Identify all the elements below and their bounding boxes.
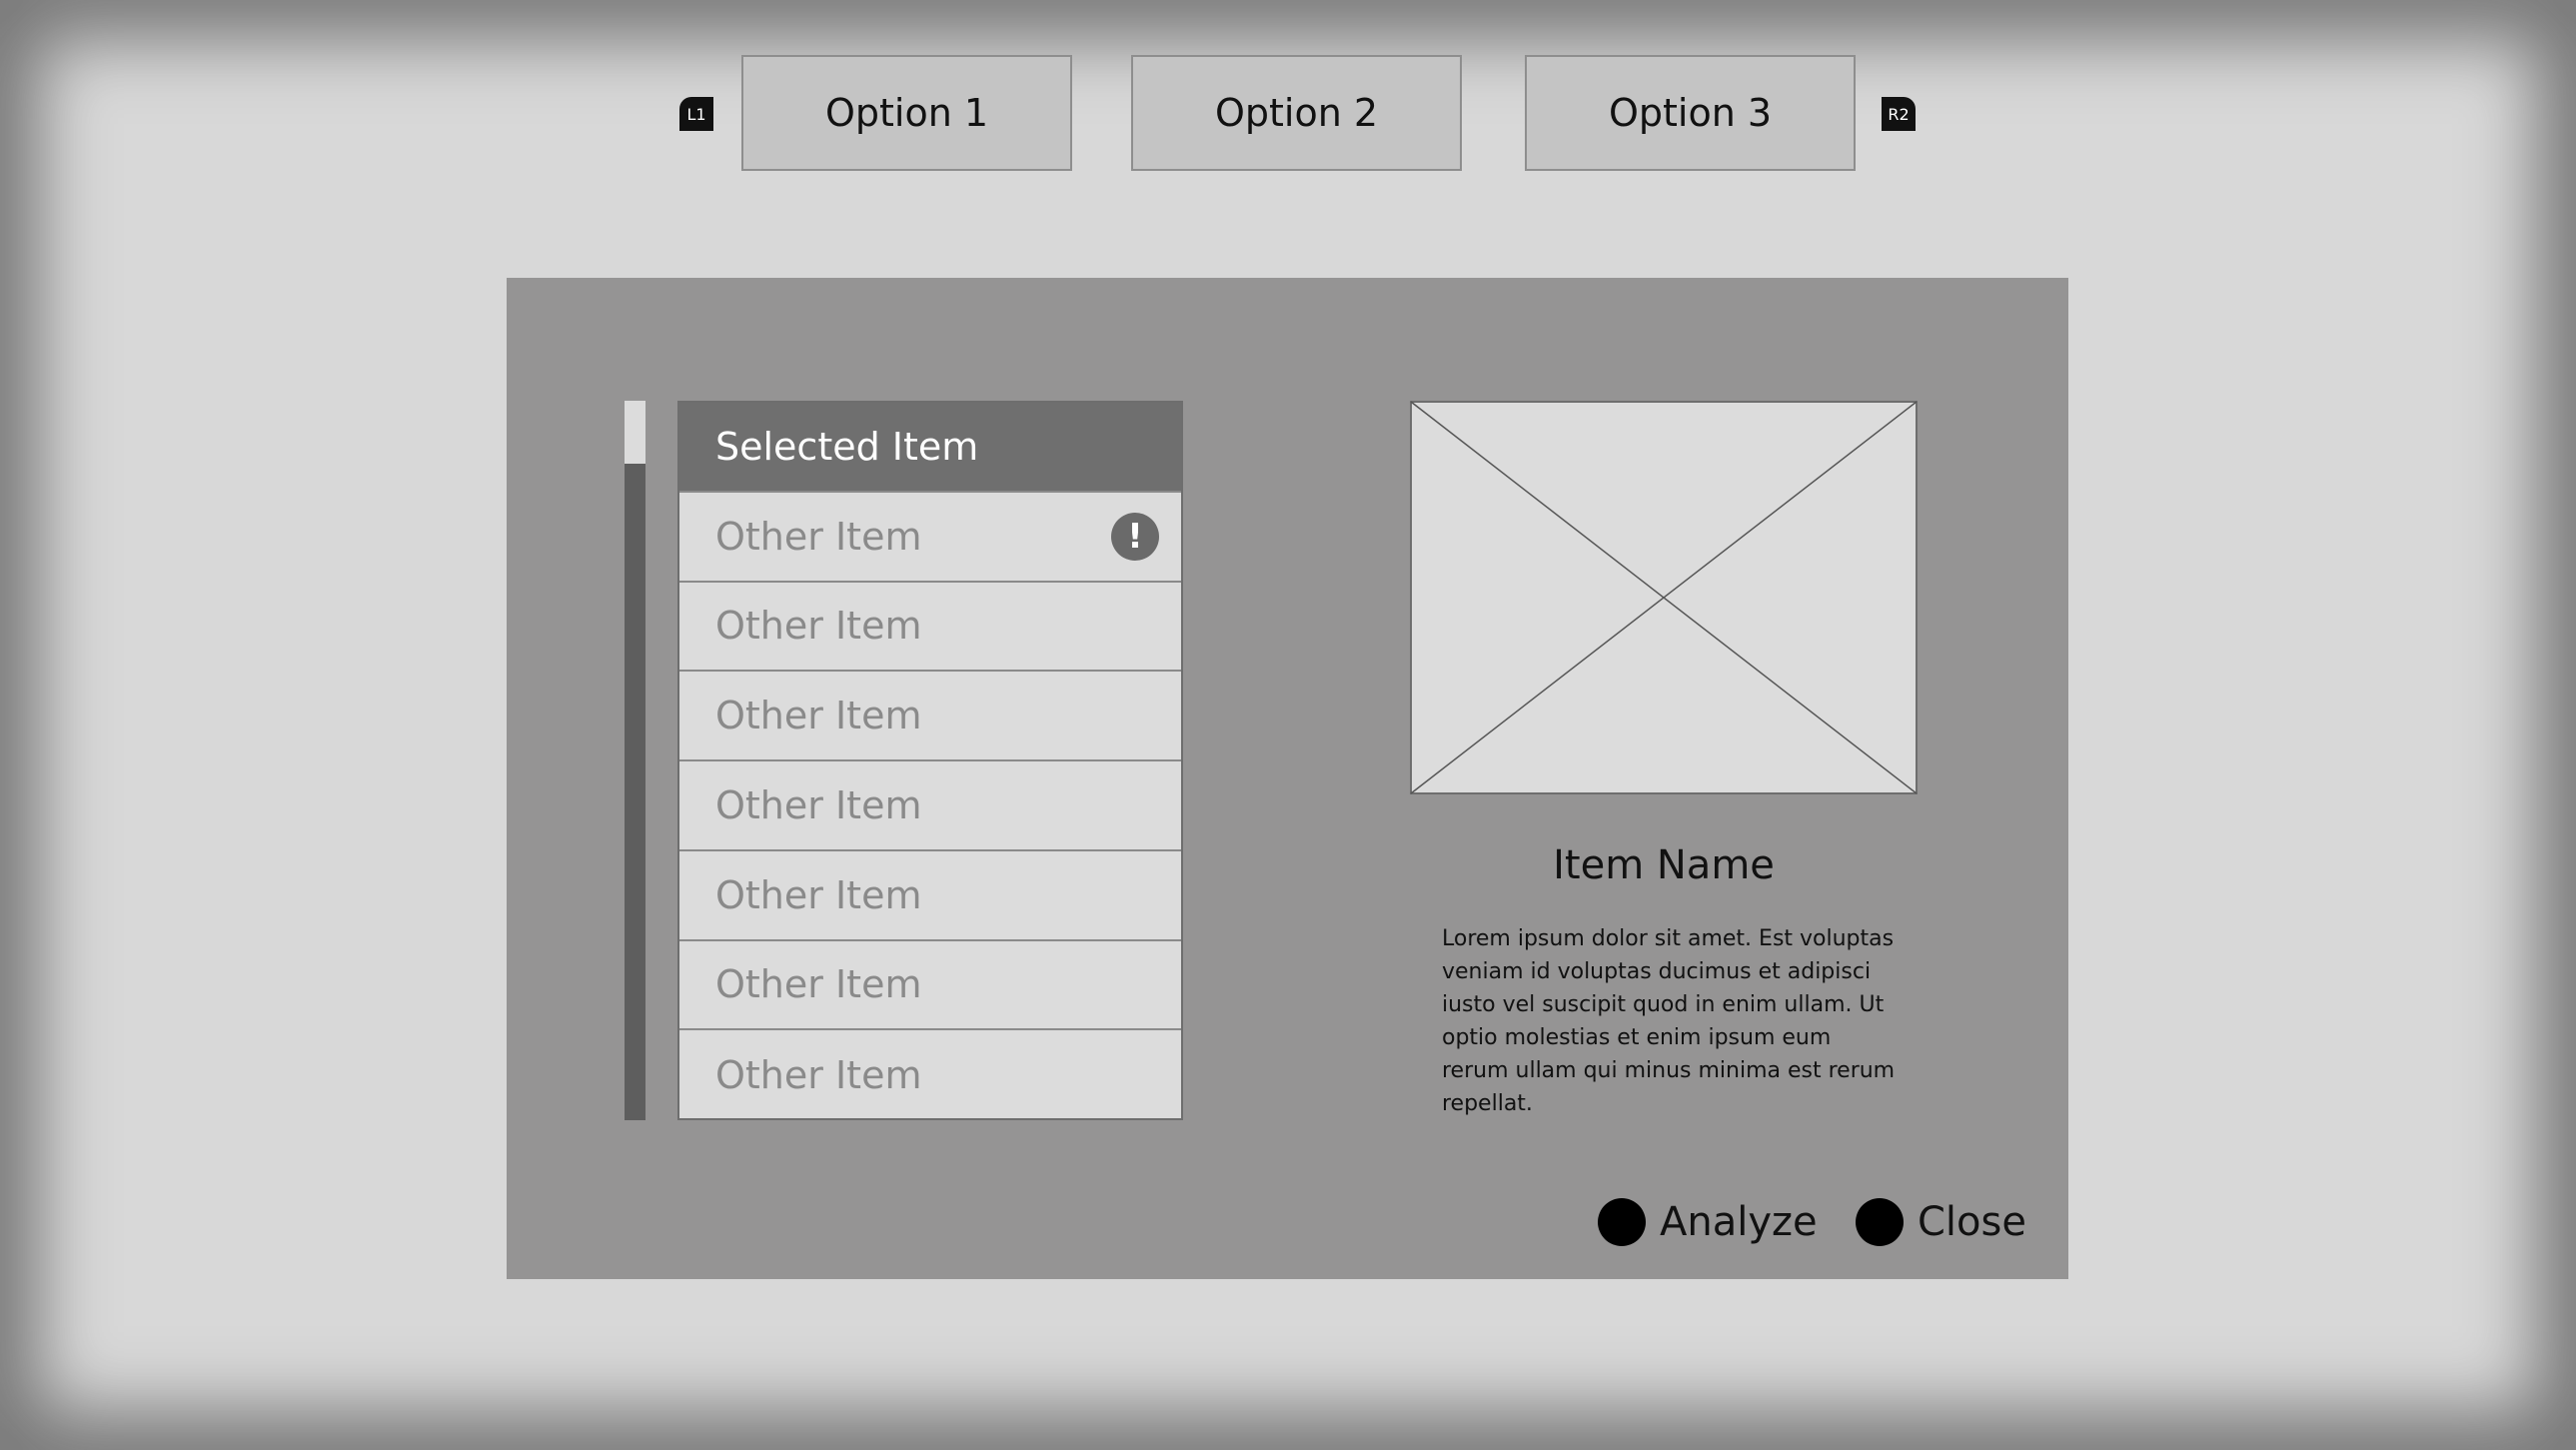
list-item-label: Other Item [715, 1053, 922, 1098]
scrollbar-thumb[interactable] [625, 401, 645, 464]
list-scrollbar[interactable] [625, 401, 645, 1120]
image-placeholder-icon [1410, 401, 1918, 794]
list-item[interactable]: Other Item [679, 672, 1181, 761]
main-panel: Selected Item Other Item ! Other Item Ot… [507, 278, 2068, 1279]
tab-option-3[interactable]: Option 3 [1525, 55, 1856, 171]
tab-option-2[interactable]: Option 2 [1131, 55, 1462, 171]
item-list: Selected Item Other Item ! Other Item Ot… [677, 401, 1183, 1120]
list-item[interactable]: Other Item [679, 941, 1181, 1031]
close-label: Close [1918, 1199, 2026, 1245]
item-name: Item Name [1553, 842, 1775, 888]
list-item[interactable]: Other Item ! [679, 493, 1181, 583]
l1-shoulder-button-icon[interactable]: L1 [679, 97, 713, 131]
analyze-button-icon [1598, 1198, 1646, 1246]
list-item[interactable]: Other Item [679, 1030, 1181, 1120]
close-button-icon [1856, 1198, 1904, 1246]
list-item-selected[interactable]: Selected Item [679, 403, 1181, 493]
tab-option-1[interactable]: Option 1 [741, 55, 1072, 171]
list-item-label: Other Item [715, 782, 922, 827]
analyze-label: Analyze [1660, 1199, 1818, 1245]
list-item-label: Selected Item [715, 424, 979, 469]
list-item-label: Other Item [715, 962, 922, 1007]
item-description: Lorem ipsum dolor sit amet. Est voluptas… [1442, 926, 1896, 1116]
list-item[interactable]: Other Item [679, 851, 1181, 941]
list-item-label: Other Item [715, 514, 922, 559]
alert-icon: ! [1111, 512, 1159, 561]
r2-shoulder-button-icon[interactable]: R2 [1882, 97, 1916, 131]
list-item-label: Other Item [715, 604, 922, 649]
list-item-label: Other Item [715, 872, 922, 917]
analyze-button[interactable]: Analyze [1598, 1198, 1818, 1246]
list-item[interactable]: Other Item [679, 583, 1181, 673]
screen: L1 Option 1 Option 2 Option 3 R2 Selecte… [0, 0, 2576, 1450]
list-item-label: Other Item [715, 694, 922, 738]
close-button[interactable]: Close [1856, 1198, 2026, 1246]
list-item[interactable]: Other Item [679, 761, 1181, 851]
